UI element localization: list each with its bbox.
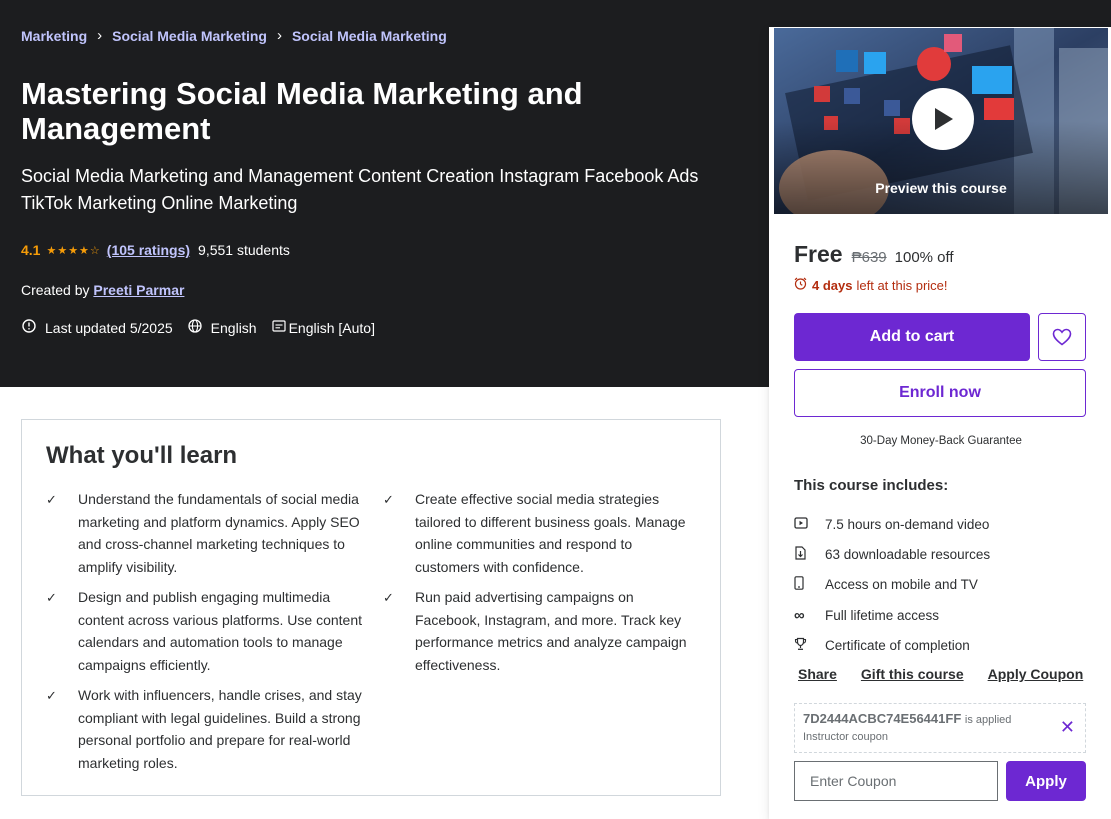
- share-link[interactable]: Share: [798, 666, 837, 682]
- applied-coupon-box: 7D2444ACBC74E56441FF is applied Instruct…: [794, 703, 1086, 753]
- includes-item-text: Certificate of completion: [825, 637, 970, 653]
- learn-item-text: Understand the fundamentals of social me…: [78, 491, 360, 575]
- includes-item: 7.5 hours on-demand video: [794, 509, 1094, 539]
- breadcrumb: Marketing › Social Media Marketing › Soc…: [21, 27, 447, 44]
- original-price: ₱639: [851, 249, 887, 266]
- includes-item: ∞ Full lifetime access: [794, 600, 1094, 630]
- rating-row: 4.1 ★★★★☆ (105 ratings) 9,551 students: [21, 242, 290, 258]
- check-icon: ✓: [383, 492, 394, 507]
- check-icon: ✓: [46, 590, 57, 605]
- chevron-right-icon: ›: [276, 27, 282, 44]
- enroll-now-button[interactable]: Enroll now: [794, 369, 1086, 417]
- includes-item: 63 downloadable resources: [794, 539, 1094, 569]
- learn-item-text: Work with influencers, handle crises, an…: [78, 687, 362, 771]
- current-price: Free: [794, 241, 843, 267]
- captions-icon: [271, 320, 287, 335]
- ratings-link[interactable]: (105 ratings): [107, 242, 190, 258]
- check-icon: ✓: [46, 688, 57, 703]
- course-preview-video[interactable]: Preview this course: [774, 28, 1108, 214]
- rating-value: 4.1: [21, 242, 41, 258]
- chevron-right-icon: ›: [97, 27, 103, 44]
- mobile-icon: [794, 576, 825, 593]
- purchase-sidebar: Preview this course Free ₱639 100% off 4…: [769, 27, 1111, 819]
- timer-days: 4 days: [812, 277, 853, 293]
- learn-item-text: Run paid advertising campaigns on Facebo…: [415, 589, 687, 673]
- coupon-applied-text: is applied: [964, 714, 1012, 726]
- learn-item: ✓ Work with influencers, handle crises, …: [46, 684, 383, 774]
- learn-item-text: Design and publish engaging multimedia c…: [78, 589, 363, 673]
- infinity-icon: ∞: [794, 606, 805, 624]
- learn-column-left: ✓ Understand the fundamentals of social …: [46, 488, 383, 782]
- learn-title: What you'll learn: [46, 442, 238, 469]
- includes-item: Certificate of completion: [794, 630, 1094, 660]
- check-icon: ✓: [46, 492, 57, 507]
- wishlist-button[interactable]: [1038, 313, 1086, 361]
- coupon-code: 7D2444ACBC74E56441FF: [803, 711, 962, 726]
- gift-course-link[interactable]: Gift this course: [861, 666, 964, 682]
- instructor-link[interactable]: Preeti Parmar: [93, 282, 184, 298]
- alarm-clock-icon: [794, 277, 807, 293]
- includes-item-text: Access on mobile and TV: [825, 577, 978, 593]
- page-title: Mastering Social Media Marketing and Man…: [21, 76, 583, 146]
- includes-item-text: Full lifetime access: [825, 607, 940, 623]
- learn-item: ✓ Run paid advertising campaigns on Face…: [383, 586, 693, 676]
- learn-item-text: Create effective social media strategies…: [415, 491, 686, 575]
- learn-column-right: ✓ Create effective social media strategi…: [383, 488, 693, 782]
- includes-title: This course includes:: [794, 477, 949, 494]
- price-row: Free ₱639 100% off: [794, 241, 954, 268]
- money-back-guarantee: 30-Day Money-Back Guarantee: [860, 435, 1022, 447]
- timer-text: left at this price!: [856, 277, 948, 293]
- remove-coupon-icon[interactable]: ✕: [1060, 717, 1075, 738]
- created-by: Created by Preeti Parmar: [21, 282, 184, 298]
- includes-item-text: 7.5 hours on-demand video: [825, 516, 990, 532]
- apply-coupon-link[interactable]: Apply Coupon: [988, 666, 1084, 682]
- course-meta: Last updated 5/2025 English English [Aut…: [21, 319, 389, 336]
- course-language: English: [210, 319, 257, 336]
- preview-label: Preview this course: [875, 180, 1007, 196]
- breadcrumb-item-marketing[interactable]: Marketing: [21, 28, 87, 44]
- heart-icon: [1052, 328, 1072, 346]
- star-rating-icon: ★★★★☆: [46, 244, 101, 257]
- breadcrumb-item-social-media-marketing[interactable]: Social Media Marketing: [112, 28, 267, 44]
- course-captions: English [Auto]: [288, 319, 375, 336]
- play-icon: [935, 108, 953, 130]
- includes-item-text: 63 downloadable resources: [825, 546, 991, 562]
- coupon-input[interactable]: [794, 761, 998, 801]
- last-updated: Last updated 5/2025: [45, 319, 173, 336]
- play-button[interactable]: [912, 88, 974, 150]
- price-timer: 4 days left at this price!: [794, 277, 948, 293]
- created-by-label: Created by: [21, 282, 90, 298]
- trophy-icon: [794, 637, 825, 654]
- learn-item: ✓ Design and publish engaging multimedia…: [46, 586, 383, 676]
- coupon-type: Instructor coupon: [803, 731, 888, 743]
- learn-item: ✓ Understand the fundamentals of social …: [46, 488, 383, 578]
- download-icon: [794, 546, 825, 563]
- course-subtitle: Social Media Marketing and Management Co…: [21, 166, 699, 213]
- apply-coupon-button[interactable]: Apply: [1006, 761, 1086, 801]
- globe-icon: [187, 319, 203, 336]
- alert-clock-icon: [21, 319, 37, 336]
- add-to-cart-button[interactable]: Add to cart: [794, 313, 1030, 361]
- action-links: Share Gift this course Apply Coupon: [798, 666, 1107, 682]
- learn-item: ✓ Create effective social media strategi…: [383, 488, 693, 578]
- includes-list: 7.5 hours on-demand video 63 downloadabl…: [794, 509, 1094, 660]
- includes-item: Access on mobile and TV: [794, 570, 1094, 600]
- breadcrumb-item-topic[interactable]: Social Media Marketing: [292, 28, 447, 44]
- video-icon: [794, 516, 825, 532]
- discount-percent: 100% off: [894, 249, 954, 266]
- check-icon: ✓: [383, 590, 394, 605]
- coupon-status: 7D2444ACBC74E56441FF is applied: [803, 711, 1077, 726]
- what-you-will-learn: What you'll learn ✓ Understand the funda…: [21, 419, 721, 796]
- student-count: 9,551 students: [198, 242, 290, 258]
